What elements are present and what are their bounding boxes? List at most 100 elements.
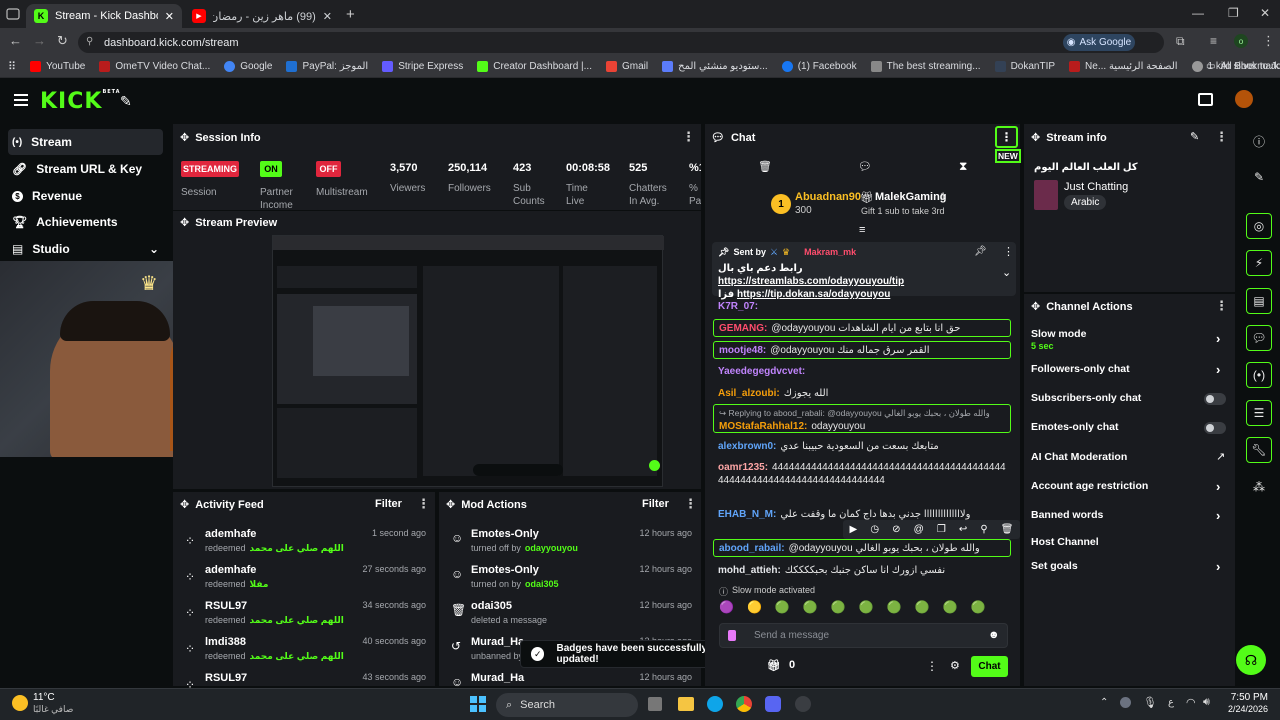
emote-icon[interactable]: 🟣: [719, 600, 734, 616]
windows-start-icon[interactable]: [470, 696, 486, 712]
back-icon[interactable]: ←: [9, 33, 22, 48]
emote-icon[interactable]: 🟢: [803, 600, 818, 616]
stream-info-menu-icon[interactable]: ⋮: [1215, 129, 1228, 145]
mod-action-title[interactable]: Emotes-Only: [471, 528, 539, 540]
chat-input[interactable]: Send a message ☻: [719, 623, 1008, 648]
chat-username[interactable]: alexbrown0:: [718, 441, 776, 452]
pin-message-icon[interactable]: ⚲: [980, 524, 987, 535]
channel-action-0[interactable]: Slow mode 5 sec ›: [1024, 327, 1235, 353]
ask-google-button[interactable]: ◉ Ask Google: [1063, 34, 1135, 51]
chat-bubble-icon[interactable]: 💬︎: [858, 160, 872, 173]
sidebar-item-stream[interactable]: (•) Stream: [8, 129, 163, 155]
at-icon[interactable]: @: [914, 524, 924, 535]
emote-icon[interactable]: 🟢: [971, 600, 986, 616]
channel-action-2[interactable]: Subscribers-only chat: [1024, 391, 1235, 409]
bookmark-gmail[interactable]: Gmail: [606, 61, 648, 72]
chat-menu-button[interactable]: ⋮: [995, 126, 1018, 148]
settings-gear-icon[interactable]: ⚙: [950, 659, 960, 672]
activity-username[interactable]: ademhafe: [205, 528, 256, 540]
profile-avatar[interactable]: o: [1234, 34, 1248, 48]
hamburger-menu-icon[interactable]: [14, 94, 28, 106]
emoji-icon[interactable]: ☻: [988, 629, 1000, 641]
lightning-icon[interactable]: ⚡︎: [1246, 250, 1272, 276]
activity-username[interactable]: RSUL97: [205, 600, 247, 612]
chat-message[interactable]: mootje48: @odayyouyou القمر سرق جماله منك: [713, 341, 1011, 359]
top-gifter-name[interactable]: Abuadnan90: [795, 191, 861, 203]
bookmark-stripe[interactable]: Stripe Express: [382, 61, 463, 72]
emote-icon[interactable]: 🟢: [859, 600, 874, 616]
edit-icon[interactable]: ✎: [1190, 130, 1199, 143]
chat-more-icon[interactable]: ⋮: [926, 659, 938, 673]
tab-youtube[interactable]: ▶ (99) ماهر زين - رمضان (عربي) | ✕: [184, 4, 340, 28]
chat-username[interactable]: mootje48:: [719, 345, 766, 356]
emote-icon[interactable]: 🟢: [831, 600, 846, 616]
weather-icon[interactable]: [12, 695, 28, 711]
stream-preview-video[interactable]: [272, 235, 664, 487]
kick-logo[interactable]: KICKBETA: [40, 89, 121, 114]
chat-message[interactable]: ↪ Replying to abood_rabali: @odayyouyou …: [713, 404, 1011, 433]
microphone-icon[interactable]: 🎙︎: [1143, 696, 1157, 709]
bookmark-facebook[interactable]: (1) Facebook: [781, 61, 857, 72]
chat-username[interactable]: GEMANG:: [719, 323, 767, 334]
chevron-down-icon[interactable]: ⌄: [1002, 266, 1011, 279]
support-headset-button[interactable]: ☊: [1236, 645, 1266, 675]
studio-screen-icon[interactable]: [1198, 93, 1213, 106]
edit-pencil-icon[interactable]: ✎: [1246, 164, 1272, 190]
channel-action-5[interactable]: Account age restriction ›: [1024, 479, 1235, 497]
stack-icon[interactable]: ☰: [1246, 400, 1272, 426]
chat-username[interactable]: oamr1235:: [718, 462, 768, 473]
chat-username[interactable]: abood_rabail:: [719, 543, 785, 554]
chrome-menu-icon[interactable]: ⋮: [1262, 33, 1275, 49]
channel-action-6[interactable]: Banned words ›: [1024, 508, 1235, 526]
session-menu-icon[interactable]: ⋮: [682, 129, 695, 145]
tray-app-icon[interactable]: [1120, 697, 1131, 708]
channel-action-4[interactable]: AI Chat Moderation ↗: [1024, 450, 1235, 468]
activity-username[interactable]: RSUL97: [205, 672, 247, 684]
close-icon[interactable]: ✕: [165, 10, 174, 23]
chat-message[interactable]: alexbrown0: متابعك بسعت من السعودية حبيبن…: [713, 438, 1011, 454]
second-gifter-name[interactable]: MalekGaming: [875, 191, 947, 203]
mod-action-title[interactable]: Emotes-Only: [471, 564, 539, 576]
volume-icon[interactable]: 🔊︎: [1203, 696, 1210, 709]
task-view-icon[interactable]: [648, 697, 662, 711]
chat-username[interactable]: MOStafaRahhal12:: [719, 421, 807, 432]
sidebar-item-studio[interactable]: ▤ Studio ⌄: [8, 236, 163, 262]
chat-username[interactable]: Asil_alzoubi:: [718, 388, 780, 399]
activity-username[interactable]: ademhafe: [205, 564, 256, 576]
chrome-icon[interactable]: [736, 696, 752, 712]
pin-icon[interactable]: ✎: [120, 93, 132, 110]
media-icon[interactable]: ≡: [1210, 34, 1217, 48]
sidebar-item-stream-url[interactable]: 🔗︎ Stream URL & Key: [8, 156, 163, 182]
chat-message[interactable]: GEMANG: @odayyouyou حق انا بتابع من ايام …: [713, 319, 1011, 337]
bookmark-homepage[interactable]: Ne... الصفحة الرئيسية: [1069, 61, 1178, 72]
chat-bubble-icon[interactable]: 💬︎: [1246, 325, 1272, 351]
window-close-icon[interactable]: ✕: [1260, 6, 1270, 20]
chat-username[interactable]: K7R_07:: [718, 301, 758, 312]
channel-points[interactable]: 🎁︎ 0: [767, 659, 795, 672]
forward-icon[interactable]: →: [33, 33, 46, 48]
apps-grid-icon[interactable]: ⠿: [8, 60, 16, 73]
mod-menu-icon[interactable]: ⋮: [684, 496, 697, 512]
emote-icon[interactable]: 🟢: [943, 600, 958, 616]
toggle-switch[interactable]: [1204, 422, 1226, 434]
pinned-menu-icon[interactable]: ⋮: [1003, 245, 1014, 258]
channel-action-3[interactable]: Emotes-only chat: [1024, 420, 1235, 438]
broadcast-icon[interactable]: (•): [1246, 362, 1272, 388]
emote-icon[interactable]: 🟢: [887, 600, 902, 616]
user-avatar[interactable]: [1235, 90, 1253, 108]
bookmark-paypal[interactable]: PayPal: الموجز: [286, 61, 368, 72]
sidebar-item-achievements[interactable]: 🏆︎ Achievements: [8, 209, 163, 235]
reply-icon[interactable]: ↩: [959, 524, 967, 535]
site-info-icon[interactable]: ⚲: [86, 36, 93, 47]
sidebar-item-revenue[interactable]: $ Revenue: [8, 183, 163, 209]
chat-message[interactable]: abood_rabail: @odayyouyou والله طولان ، ب…: [713, 539, 1011, 557]
emote-icon[interactable]: 🟢: [915, 600, 930, 616]
all-bookmarks[interactable]: ▭ All Bookmarks: [1206, 61, 1280, 72]
bookmark-google[interactable]: Google: [224, 61, 272, 72]
wrench-icon[interactable]: 🔧︎: [1246, 437, 1272, 463]
clock-date[interactable]: 2/24/2026: [1218, 704, 1268, 714]
channel-action-8[interactable]: Set goals ›: [1024, 559, 1235, 577]
file-explorer-icon[interactable]: [678, 697, 694, 711]
reload-icon[interactable]: ↻: [57, 33, 68, 49]
activity-filter-button[interactable]: Filter: [375, 498, 402, 510]
